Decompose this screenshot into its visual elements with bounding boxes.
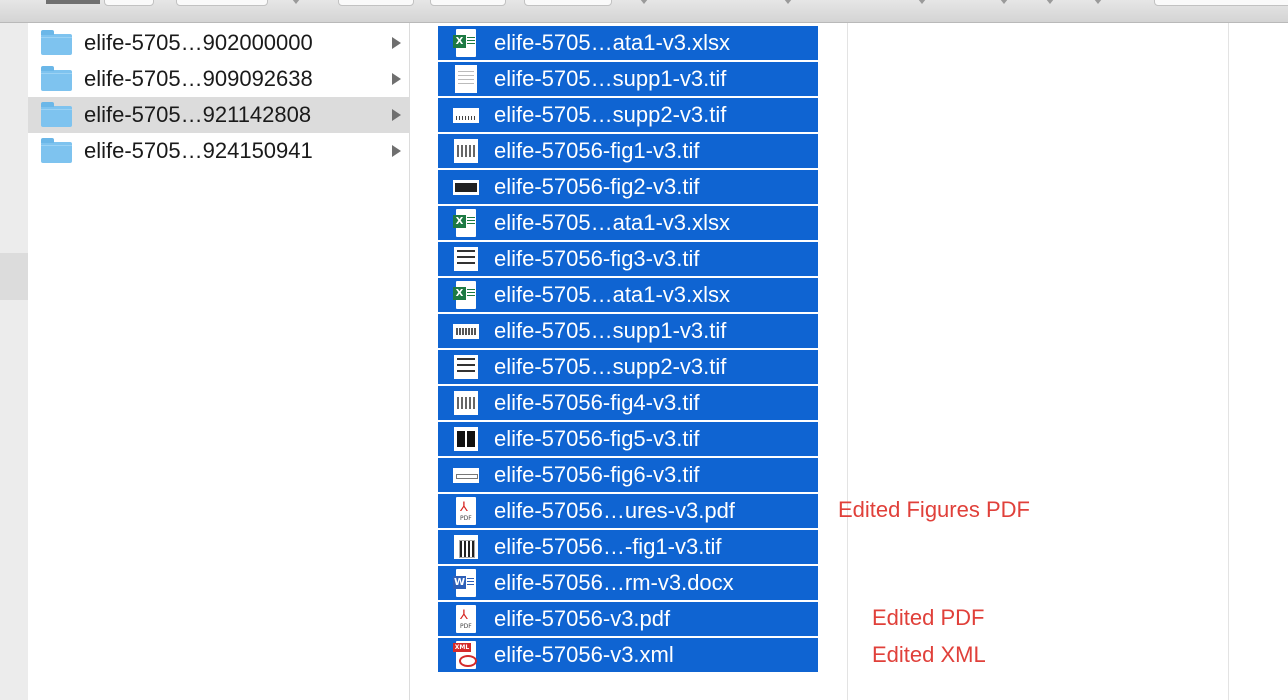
excel-file-icon: X [453, 209, 479, 237]
file-label: elife-57056…-fig1-v3.tif [494, 534, 722, 559]
folder-label: elife-5705…902000000 [84, 30, 313, 55]
file-label: elife-57056…rm-v3.docx [494, 570, 734, 595]
file-row[interactable]: elife-5705…supp2-v3.tif [438, 350, 818, 384]
tif-thumbnail-icon [453, 173, 479, 201]
file-label: elife-5705…supp2-v3.tif [494, 102, 727, 127]
folder-icon [41, 138, 72, 163]
chevron-down-icon[interactable] [918, 0, 926, 4]
annotation-edited-xml: Edited XML [872, 642, 986, 667]
toolbar-button[interactable] [176, 0, 268, 6]
file-row[interactable]: elife-57056-fig2-v3.tif [438, 170, 818, 204]
file-row[interactable]: elife-57056-fig3-v3.tif [438, 242, 818, 276]
file-row[interactable]: ⅄ PDF elife-57056…ures-v3.pdf [438, 494, 818, 528]
file-row[interactable]: W elife-57056…rm-v3.docx [438, 566, 818, 600]
chevron-down-icon[interactable] [292, 0, 300, 4]
file-row[interactable]: elife-57056-fig1-v3.tif [438, 134, 818, 168]
toolbar-button[interactable] [338, 0, 414, 6]
tif-thumbnail-icon [453, 101, 479, 129]
folder-icon [41, 66, 72, 91]
tif-thumbnail-icon [453, 317, 479, 345]
file-row[interactable]: ⅄ PDF elife-57056-v3.pdf [438, 602, 818, 636]
file-label: elife-5705…supp1-v3.tif [494, 66, 727, 91]
toolbar-view-indicator [46, 0, 100, 4]
toolbar-button[interactable] [104, 0, 154, 6]
folder-row[interactable]: elife-5705…924150941 [28, 133, 409, 169]
tif-thumbnail-icon [453, 353, 479, 381]
chevron-down-icon[interactable] [1046, 0, 1054, 4]
chevron-down-icon[interactable] [1000, 0, 1008, 4]
file-label: elife-57056-fig5-v3.tif [494, 426, 700, 451]
file-label: elife-57056-fig3-v3.tif [494, 246, 700, 271]
file-label: elife-57056-fig1-v3.tif [494, 138, 700, 163]
annotation-edited-pdf: Edited PDF [872, 605, 985, 630]
file-label: elife-57056-v3.pdf [494, 606, 671, 631]
tif-thumbnail-icon [453, 425, 479, 453]
file-label: elife-57056-fig2-v3.tif [494, 174, 700, 199]
file-label: elife-57056-fig6-v3.tif [494, 462, 700, 487]
file-label: elife-57056…ures-v3.pdf [494, 498, 735, 523]
folder-column[interactable]: elife-5705…902000000 elife-5705…90909263… [28, 23, 410, 700]
tif-thumbnail-icon [453, 533, 479, 561]
annotation-edited-figures-pdf: Edited Figures PDF [838, 497, 1030, 522]
tif-thumbnail-icon [453, 137, 479, 165]
toolbar-button[interactable] [430, 0, 506, 6]
file-label: elife-5705…supp2-v3.tif [494, 354, 727, 379]
file-label: elife-5705…ata1-v3.xlsx [494, 282, 731, 307]
sidebar-selection-edge [0, 253, 28, 300]
file-row[interactable]: X elife-5705…ata1-v3.xlsx [438, 26, 818, 60]
empty-column[interactable] [1229, 23, 1288, 700]
xml-file-icon: XML [453, 641, 479, 669]
folder-label: elife-5705…921142808 [84, 102, 312, 127]
file-row[interactable]: X elife-5705…ata1-v3.xlsx [438, 278, 818, 312]
file-row[interactable]: X elife-5705…ata1-v3.xlsx [438, 206, 818, 240]
chevron-down-icon[interactable] [784, 0, 792, 4]
folder-row[interactable]: elife-5705…902000000 [28, 25, 409, 61]
disclosure-arrow-icon[interactable] [392, 73, 401, 85]
folder-icon [41, 30, 72, 55]
finder-toolbar [0, 0, 1288, 23]
file-label: elife-57056-v3.xml [494, 642, 674, 667]
tif-thumbnail-icon [453, 65, 479, 93]
pdf-file-icon: ⅄ PDF [453, 497, 479, 525]
file-row[interactable]: elife-57056-fig6-v3.tif [438, 458, 818, 492]
toolbar-button[interactable] [524, 0, 612, 6]
pdf-file-icon: ⅄ PDF [453, 605, 479, 633]
tif-thumbnail-icon [453, 461, 479, 489]
file-row[interactable]: elife-5705…supp1-v3.tif [438, 314, 818, 348]
excel-file-icon: X [453, 281, 479, 309]
file-label: elife-5705…ata1-v3.xlsx [494, 30, 731, 55]
file-row[interactable]: elife-5705…supp1-v3.tif [438, 62, 818, 96]
folder-row-selected[interactable]: elife-5705…921142808 [28, 97, 409, 133]
folder-label: elife-5705…924150941 [84, 138, 313, 163]
file-label: elife-5705…supp1-v3.tif [494, 318, 727, 343]
file-row[interactable]: elife-5705…supp2-v3.tif [438, 98, 818, 132]
file-row[interactable]: elife-57056-fig5-v3.tif [438, 422, 818, 456]
file-label: elife-57056-fig4-v3.tif [494, 390, 700, 415]
disclosure-arrow-icon[interactable] [392, 109, 401, 121]
folder-icon [41, 102, 72, 127]
excel-file-icon: X [453, 29, 479, 57]
sidebar-edge [0, 23, 28, 700]
file-row[interactable]: elife-57056-fig4-v3.tif [438, 386, 818, 420]
disclosure-arrow-icon[interactable] [392, 37, 401, 49]
file-column[interactable]: X elife-5705…ata1-v3.xlsx elife-5705…sup… [410, 23, 848, 700]
word-file-icon: W [453, 569, 479, 597]
disclosure-arrow-icon[interactable] [392, 145, 401, 157]
preview-column[interactable] [848, 23, 1229, 700]
file-row[interactable]: elife-57056…-fig1-v3.tif [438, 530, 818, 564]
search-field[interactable] [1154, 0, 1288, 6]
chevron-down-icon[interactable] [640, 0, 648, 4]
folder-label: elife-5705…909092638 [84, 66, 313, 91]
chevron-down-icon[interactable] [1094, 0, 1102, 4]
file-label: elife-5705…ata1-v3.xlsx [494, 210, 731, 235]
folder-row[interactable]: elife-5705…909092638 [28, 61, 409, 97]
tif-thumbnail-icon [453, 245, 479, 273]
tif-thumbnail-icon [453, 389, 479, 417]
file-row[interactable]: XML elife-57056-v3.xml [438, 638, 818, 672]
